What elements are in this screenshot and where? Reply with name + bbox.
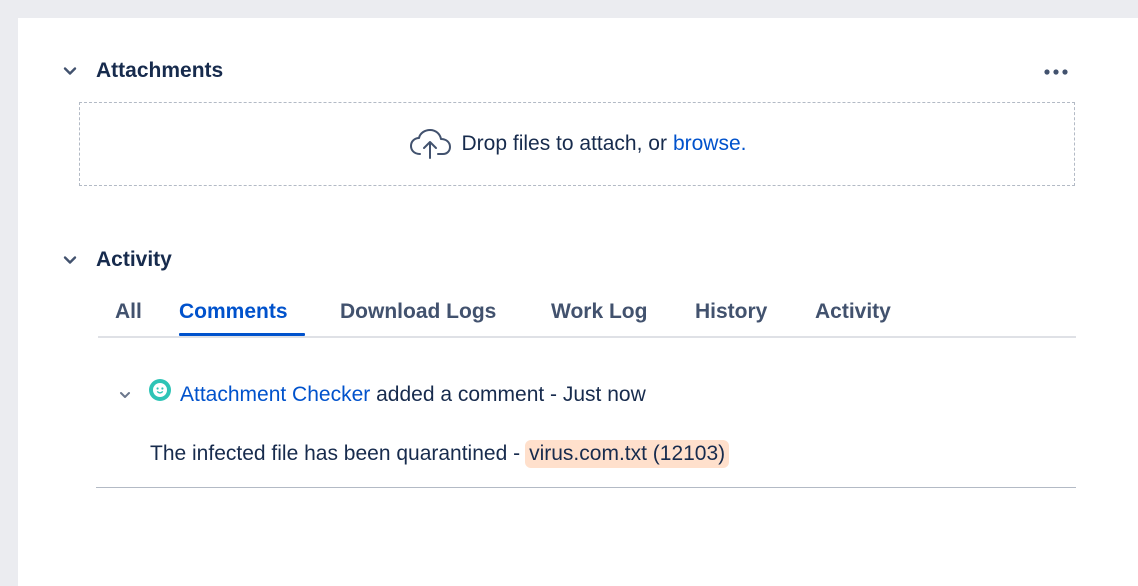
chevron-down-icon bbox=[62, 249, 84, 271]
active-tab-indicator bbox=[179, 333, 305, 336]
activity-title: Activity bbox=[96, 248, 172, 271]
dropzone-text: Drop files to attach, or bbox=[461, 132, 667, 155]
comment-timestamp: Just now bbox=[562, 383, 646, 406]
comment-body: The infected file has been quarantined -… bbox=[150, 437, 730, 471]
bot-avatar-icon[interactable] bbox=[148, 378, 172, 402]
activity-toggle[interactable]: Activity bbox=[62, 245, 172, 275]
activity-tabs: All Comments Download Logs Work Log Hist… bbox=[98, 292, 1076, 338]
attachments-toggle[interactable]: Attachments bbox=[62, 56, 223, 86]
tab-activity[interactable]: Activity bbox=[815, 300, 891, 324]
tab-all[interactable]: All bbox=[115, 300, 142, 324]
comment-divider bbox=[96, 487, 1076, 488]
browse-link[interactable]: browse. bbox=[673, 132, 747, 156]
tab-comments[interactable]: Comments bbox=[179, 300, 288, 324]
tab-history[interactable]: History bbox=[695, 300, 767, 324]
more-actions-button[interactable] bbox=[1038, 58, 1074, 86]
cloud-upload-icon bbox=[408, 128, 454, 160]
chevron-down-icon bbox=[62, 60, 84, 82]
more-horizontal-icon bbox=[1043, 63, 1069, 81]
attachments-title: Attachments bbox=[96, 59, 224, 82]
comment-author-link[interactable]: Attachment Checker bbox=[180, 383, 370, 407]
comment-action: added a comment - bbox=[370, 383, 563, 406]
comment-header: Attachment Checker added a comment - Jus… bbox=[118, 378, 646, 412]
quarantined-file-link[interactable]: virus.com.txt (12103) bbox=[525, 440, 730, 468]
tab-download-logs[interactable]: Download Logs bbox=[340, 300, 496, 324]
comment-text: The infected file has been quarantined - bbox=[150, 442, 521, 465]
comment-collapse-icon[interactable] bbox=[118, 384, 140, 406]
attachment-dropzone[interactable]: Drop files to attach, or browse. bbox=[79, 102, 1075, 186]
tab-work-log[interactable]: Work Log bbox=[551, 300, 647, 324]
